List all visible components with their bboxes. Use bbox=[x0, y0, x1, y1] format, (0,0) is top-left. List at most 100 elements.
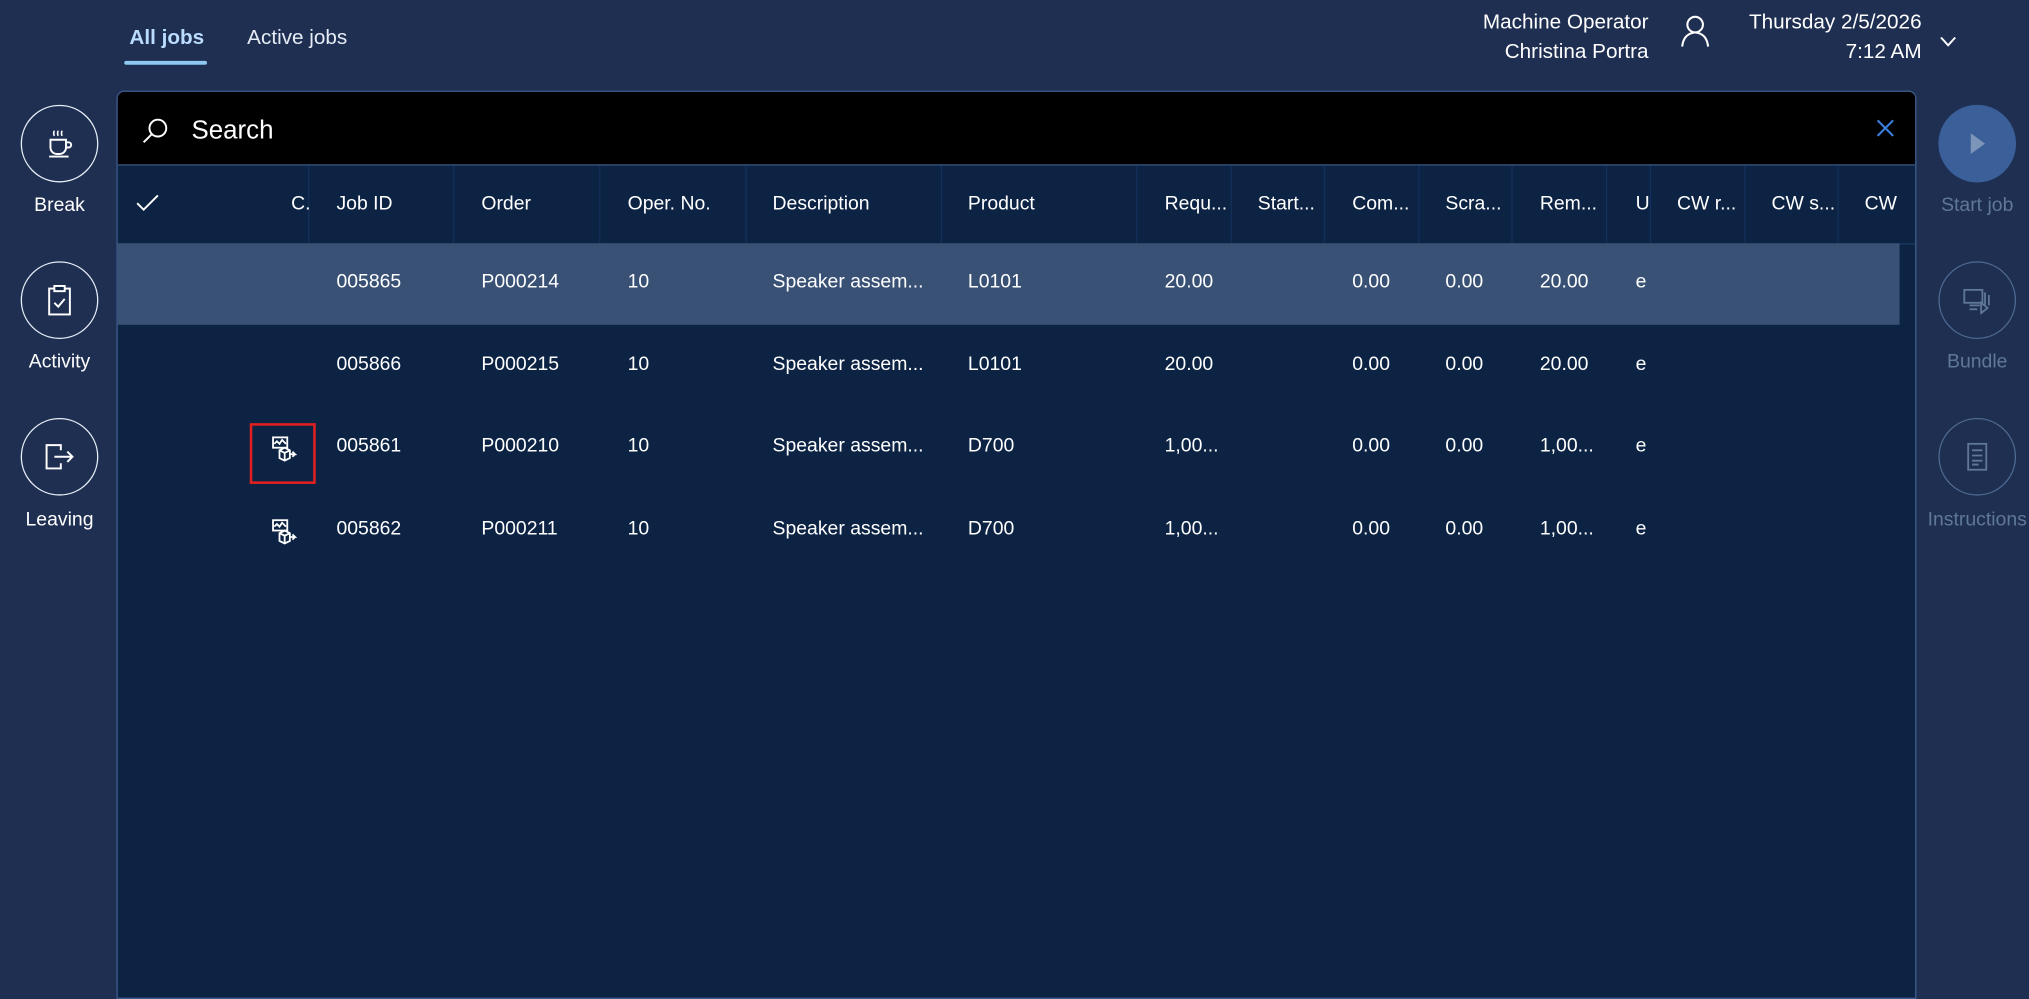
table-cell: L0101 bbox=[967, 270, 1022, 293]
tab-all-jobs[interactable]: All jobs bbox=[129, 27, 204, 50]
table-row[interactable]: 005861 P000210 10 Speaker assem... D700 1,00.… bbox=[118, 408, 1900, 490]
table-cell: e bbox=[1635, 270, 1647, 293]
table-row[interactable]: 005862 P000211 10 Speaker assem... D700 1,00.… bbox=[118, 490, 1900, 572]
break-label: Break bbox=[34, 194, 85, 217]
column-header[interactable]: Order bbox=[481, 193, 531, 215]
table-cell: 20.00 bbox=[1164, 270, 1214, 293]
column-header[interactable]: Start... bbox=[1258, 193, 1315, 215]
break-button[interactable] bbox=[20, 104, 99, 183]
column-header[interactable]: Com... bbox=[1352, 193, 1409, 215]
column-divider[interactable] bbox=[1649, 165, 1652, 244]
leaving-label: Leaving bbox=[25, 508, 94, 531]
search-input[interactable]: Search bbox=[192, 116, 274, 146]
table-cell: 1,00... bbox=[1164, 516, 1219, 539]
table-cell: 1,00... bbox=[1539, 434, 1594, 457]
table-cell: 0.00 bbox=[1445, 270, 1484, 293]
select-all-checkmark-icon[interactable] bbox=[136, 194, 159, 212]
table-cell: 005866 bbox=[336, 352, 402, 375]
user-info: Machine Operator Christina Portra bbox=[1483, 8, 1649, 68]
table-cell: 0.00 bbox=[1352, 352, 1391, 375]
column-divider[interactable] bbox=[1136, 165, 1138, 244]
column-header[interactable]: Requ... bbox=[1165, 193, 1228, 215]
table-cell: 10 bbox=[627, 516, 650, 539]
app: All jobs Active jobs Machine Operator Ch… bbox=[0, 0, 2029, 999]
table-cell: P000215 bbox=[481, 352, 560, 375]
exit-icon bbox=[45, 444, 74, 470]
chevron-down-icon[interactable] bbox=[1940, 36, 1957, 48]
production-job-icon[interactable] bbox=[270, 517, 298, 552]
coffee-icon bbox=[49, 130, 73, 158]
start-job-button[interactable] bbox=[1938, 104, 2017, 183]
table-cell: 10 bbox=[627, 434, 650, 457]
table-cell: P000211 bbox=[481, 516, 558, 539]
column-divider[interactable] bbox=[1230, 165, 1232, 244]
person-icon[interactable] bbox=[1680, 14, 1711, 48]
table-cell: 005862 bbox=[336, 516, 402, 539]
bundle-label: Bundle bbox=[1947, 350, 2008, 373]
column-divider[interactable] bbox=[1744, 165, 1746, 244]
table-cell: L0101 bbox=[967, 352, 1022, 375]
column-header[interactable]: Description bbox=[773, 193, 870, 215]
table-cell: Speaker assem... bbox=[772, 434, 924, 457]
user-role: Machine Operator bbox=[1482, 11, 1649, 34]
document-list-icon bbox=[1967, 442, 1988, 471]
close-icon[interactable] bbox=[1876, 119, 1894, 137]
table-cell: 0.00 bbox=[1445, 434, 1484, 457]
table-cell: 1,00... bbox=[1164, 434, 1219, 457]
table-row[interactable]: 005865 P000214 10 Speaker assem... L0101 20.0… bbox=[117, 243, 1900, 325]
column-divider[interactable] bbox=[745, 165, 747, 244]
table-cell: 20.00 bbox=[1164, 352, 1214, 375]
activity-button[interactable] bbox=[20, 261, 99, 340]
activity-label: Activity bbox=[28, 350, 91, 373]
bundle-button[interactable] bbox=[1938, 261, 2017, 340]
column-divider[interactable] bbox=[599, 165, 601, 244]
tab-active-jobs[interactable]: Active jobs bbox=[247, 27, 347, 50]
column-header[interactable]: CW r... bbox=[1677, 193, 1736, 215]
column-divider[interactable] bbox=[1323, 165, 1326, 244]
start-job-label: Start job bbox=[1941, 194, 2014, 217]
table-cell: D700 bbox=[967, 516, 1015, 539]
column-header[interactable]: Scra... bbox=[1445, 193, 1501, 215]
column-header[interactable]: Product bbox=[968, 193, 1035, 215]
column-header[interactable]: U bbox=[1636, 193, 1650, 215]
table-cell: e bbox=[1635, 516, 1647, 539]
date: Thursday 2/5/2026 bbox=[1748, 11, 1922, 34]
table-row[interactable]: 005866 P000215 10 Speaker assem... L0101 20.0… bbox=[118, 325, 1900, 407]
table-cell: D700 bbox=[967, 434, 1015, 457]
column-divider[interactable] bbox=[1418, 165, 1420, 244]
table-cell: 0.00 bbox=[1352, 270, 1391, 293]
table-cell: 005861 bbox=[336, 434, 402, 457]
table-cell: P000214 bbox=[481, 270, 560, 293]
time: 7:12 AM bbox=[1845, 41, 1922, 64]
table-cell: 1,00... bbox=[1539, 516, 1594, 539]
table-cell: Speaker assem... bbox=[772, 352, 924, 375]
column-header[interactable]: Job ID bbox=[336, 193, 392, 215]
leaving-button[interactable] bbox=[20, 417, 99, 496]
table-cell: Speaker assem... bbox=[772, 270, 924, 293]
column-header[interactable]: CW s... bbox=[1771, 193, 1835, 215]
column-header[interactable]: Oper. No. bbox=[628, 193, 711, 215]
column-header[interactable]: CW bbox=[1865, 193, 1897, 215]
column-header[interactable]: Rem... bbox=[1540, 193, 1597, 215]
search-icon bbox=[142, 118, 168, 144]
column-divider[interactable] bbox=[452, 165, 455, 244]
play-icon bbox=[1970, 133, 1985, 154]
table-cell: e bbox=[1635, 434, 1647, 457]
column-divider[interactable] bbox=[1837, 165, 1839, 244]
clipboard-check-icon bbox=[48, 285, 71, 316]
table-cell: P000210 bbox=[481, 434, 560, 457]
search-bar[interactable]: Search bbox=[117, 91, 1916, 166]
table-cell: 20.00 bbox=[1539, 352, 1589, 375]
active-tab-indicator bbox=[124, 60, 208, 65]
table-cell: Speaker assem... bbox=[772, 516, 924, 539]
table-cell: 0.00 bbox=[1445, 516, 1484, 539]
column-header[interactable]: C. bbox=[291, 193, 310, 215]
column-divider[interactable] bbox=[1605, 165, 1608, 244]
column-divider[interactable] bbox=[1511, 165, 1513, 244]
table-cell: e bbox=[1635, 352, 1647, 375]
highlight-box bbox=[249, 423, 316, 484]
instructions-button[interactable] bbox=[1938, 417, 2017, 496]
table-header: C. Job ID Order Oper. No. Description Product… bbox=[117, 165, 1916, 245]
date-time: Thursday 2/5/2026 7:12 AM bbox=[1749, 8, 1922, 68]
column-divider[interactable] bbox=[940, 165, 943, 244]
